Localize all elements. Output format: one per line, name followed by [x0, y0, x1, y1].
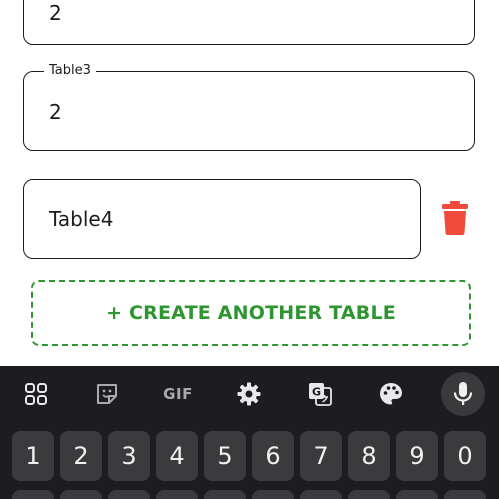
svg-text:G: G	[312, 386, 321, 399]
partial-key[interactable]	[60, 490, 102, 499]
sticker-icon	[97, 384, 117, 404]
key-4[interactable]: 4	[156, 431, 198, 481]
partial-key[interactable]	[396, 490, 438, 499]
table2-value: 2	[49, 1, 62, 25]
table4-value: Table4	[49, 207, 114, 231]
create-another-table-button[interactable]: + CREATE ANOTHER TABLE	[31, 280, 471, 346]
number-key-row: 1 2 3 4 5 6 7 8 9 0	[0, 431, 499, 481]
partial-key[interactable]	[444, 490, 486, 499]
partial-key[interactable]	[252, 490, 294, 499]
palette-icon	[380, 383, 402, 405]
apps-button[interactable]	[14, 372, 58, 416]
table3-field[interactable]: Table3 2	[23, 63, 475, 151]
partial-key[interactable]	[156, 490, 198, 499]
letter-key-row-partial	[0, 490, 499, 499]
key-0[interactable]: 0	[444, 431, 486, 481]
table4-field[interactable]: Table4	[23, 179, 421, 259]
key-2[interactable]: 2	[60, 431, 102, 481]
key-9[interactable]: 9	[396, 431, 438, 481]
key-6[interactable]: 6	[252, 431, 294, 481]
partial-key[interactable]	[12, 490, 54, 499]
apps-grid-icon	[25, 383, 47, 405]
sticker-button[interactable]	[85, 372, 129, 416]
partial-key[interactable]	[300, 490, 342, 499]
key-3[interactable]: 3	[108, 431, 150, 481]
trash-icon	[442, 201, 468, 235]
translate-button[interactable]: G	[298, 372, 342, 416]
partial-key[interactable]	[204, 490, 246, 499]
microphone-icon	[453, 382, 473, 405]
theme-button[interactable]	[369, 372, 413, 416]
partial-key[interactable]	[108, 490, 150, 499]
partial-key[interactable]	[348, 490, 390, 499]
key-1[interactable]: 1	[12, 431, 54, 481]
translate-icon: G	[309, 383, 332, 406]
key-7[interactable]: 7	[300, 431, 342, 481]
delete-table-button[interactable]	[440, 200, 470, 236]
key-5[interactable]: 5	[204, 431, 246, 481]
table2-field[interactable]: 2	[23, 0, 475, 45]
voice-input-button[interactable]	[441, 372, 485, 416]
keyboard-settings-button[interactable]	[227, 372, 271, 416]
create-another-table-label: + CREATE ANOTHER TABLE	[106, 302, 396, 324]
onscreen-keyboard: GIF G 1 2 3 4 5 6 7 8 9 0	[0, 366, 499, 499]
keyboard-toolbar: GIF G	[0, 366, 499, 422]
gif-button[interactable]: GIF	[156, 372, 200, 416]
table3-value: 2	[49, 100, 62, 124]
table3-label: Table3	[44, 63, 96, 78]
key-8[interactable]: 8	[348, 431, 390, 481]
gif-icon: GIF	[163, 385, 193, 403]
settings-icon	[237, 382, 261, 406]
